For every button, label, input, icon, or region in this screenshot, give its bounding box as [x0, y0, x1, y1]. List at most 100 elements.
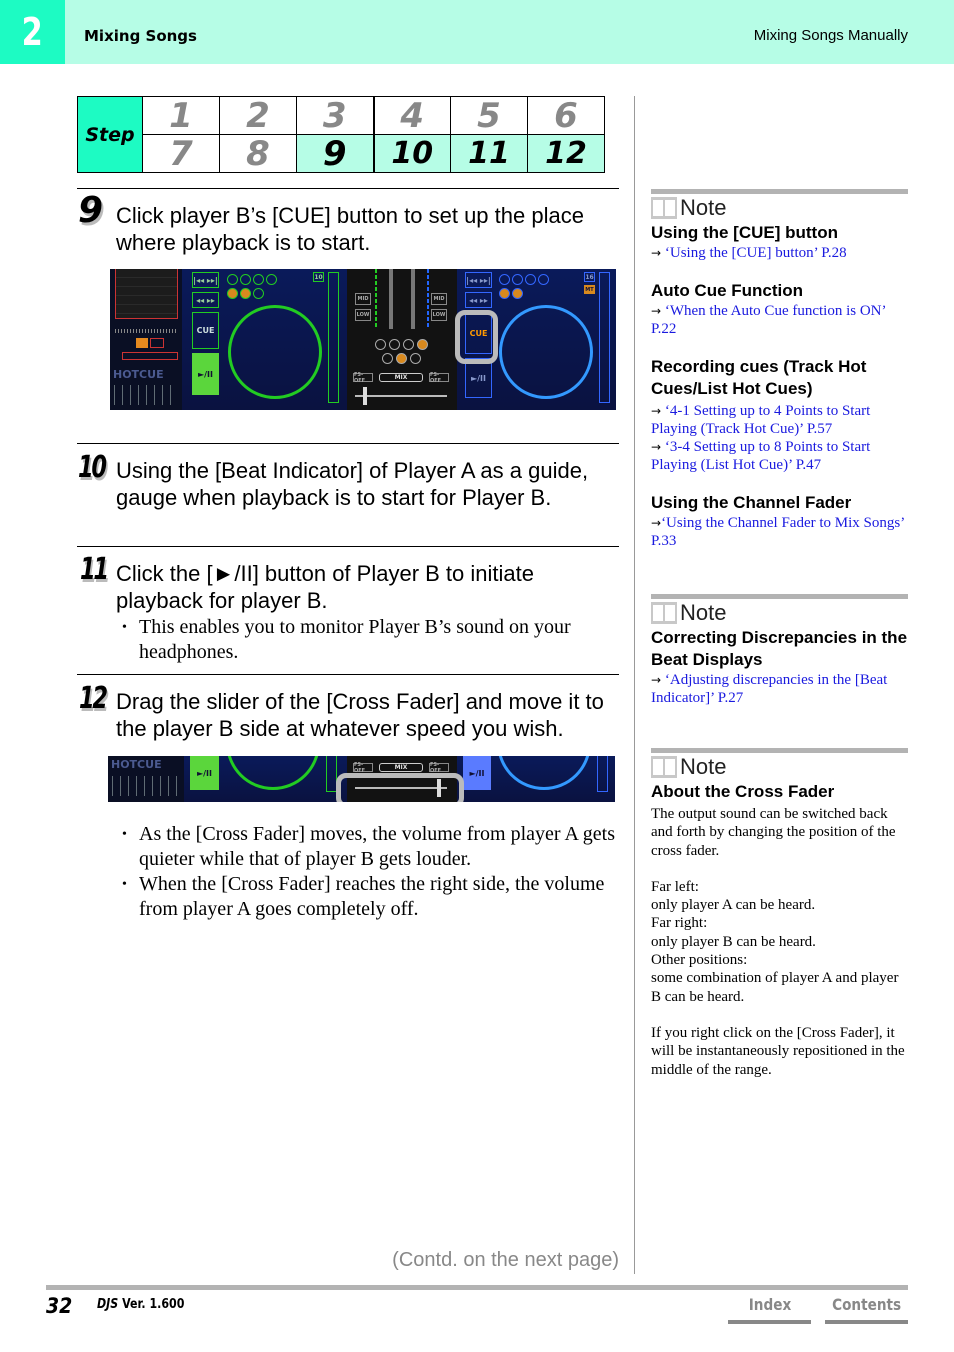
note-link[interactable]: → ‘4-1 Setting up to 4 Points to Start P…: [651, 402, 908, 438]
loop-out-button[interactable]: [240, 288, 251, 299]
loop-in-button[interactable]: [499, 288, 510, 299]
index-link[interactable]: Index: [728, 1295, 811, 1324]
hotcue-1-button[interactable]: [227, 274, 238, 285]
link-text[interactable]: ‘Using the Channel Fader to Mix Songs’ P…: [651, 515, 904, 549]
channel-fader-a[interactable]: [389, 269, 393, 329]
loop-out-button[interactable]: [512, 288, 523, 299]
low-eq-a[interactable]: LOW: [355, 309, 371, 321]
contents-link[interactable]: Contents: [825, 1295, 908, 1324]
low-eq-b[interactable]: LOW: [431, 309, 447, 321]
player-a-play-button[interactable]: ►/II: [190, 756, 219, 790]
track-skip-buttons[interactable]: |◂◂ ▸▸|: [192, 272, 219, 288]
index-link-label[interactable]: Index: [748, 1295, 790, 1314]
player-a-play-button[interactable]: ►/II: [192, 353, 219, 395]
note-link[interactable]: → ‘When the Auto Cue function is ON’ P.2…: [651, 302, 908, 338]
link-text[interactable]: ‘3-4 Setting up to 8 Points to Start Pla…: [651, 439, 870, 473]
fs-off-a-button[interactable]: FS-OFF: [353, 372, 373, 384]
step-cell-active[interactable]: 10: [372, 134, 451, 173]
fs-off-b-button[interactable]: FS-OFF: [429, 372, 449, 384]
step-cell[interactable]: 5: [450, 96, 528, 135]
note-body-text: only player B can be heard.: [651, 933, 816, 950]
effect-button[interactable]: [382, 353, 393, 364]
note-body-text: some combination of player A and player …: [651, 970, 899, 1005]
note-link[interactable]: → ‘3-4 Setting up to 8 Points to Start P…: [651, 438, 908, 474]
book-icon: [651, 197, 677, 219]
player-a-pitch-range[interactable]: 10: [313, 272, 324, 282]
stop-button[interactable]: [136, 338, 148, 348]
track-skip-buttons[interactable]: |◂◂ ▸▸|: [465, 272, 492, 288]
link-text[interactable]: ‘Adjusting discrepancies in the [Beat In…: [651, 672, 887, 706]
note-body-text: The output sound can be switched back an…: [651, 806, 896, 859]
effect-button[interactable]: [410, 353, 421, 364]
note-link[interactable]: → ‘Adjusting discrepancies in the [Beat …: [651, 671, 908, 707]
link-text[interactable]: ‘4-1 Setting up to 4 Points to Start Pla…: [651, 403, 870, 437]
playlist-panel: HOTCUE: [110, 269, 182, 410]
effect-button[interactable]: [389, 339, 400, 350]
player-b-jog-wheel[interactable]: [497, 756, 591, 790]
effect-button-active[interactable]: [417, 339, 428, 350]
hotcue-2-button[interactable]: [512, 274, 523, 285]
player-b-play-button[interactable]: ►/II: [463, 756, 491, 790]
player-b-jog-wheel[interactable]: [499, 305, 593, 399]
eject-button[interactable]: [253, 288, 264, 299]
arrow-icon: →: [651, 404, 665, 418]
hotcue-4-button[interactable]: [266, 274, 277, 285]
hotcue-3-button[interactable]: [525, 274, 536, 285]
step-cell[interactable]: 1: [142, 96, 220, 135]
search-buttons[interactable]: ◂◂ ▸▸: [192, 292, 219, 308]
hotcue-1-button[interactable]: [499, 274, 510, 285]
playlist-panel: HOTCUE: [108, 756, 184, 802]
version-label: DJS Ver. 1.600: [97, 1297, 184, 1312]
effect-button-active[interactable]: [396, 353, 407, 364]
effect-button[interactable]: [403, 339, 414, 350]
hotcue-2-button[interactable]: [240, 274, 251, 285]
player-a-jog-wheel[interactable]: [226, 756, 320, 790]
note-link[interactable]: → ‘Using the [CUE] button’ P.28: [651, 244, 908, 262]
note-link[interactable]: →‘Using the Channel Fader to Mix Songs’ …: [651, 514, 908, 550]
link-text[interactable]: ‘When the Auto Cue function is ON’ P.22: [651, 303, 885, 337]
contents-link-label[interactable]: Contents: [832, 1295, 901, 1314]
step-cell[interactable]: 8: [219, 134, 297, 173]
link-text[interactable]: ‘Using the [CUE] button’ P.28: [665, 245, 847, 261]
fs-off-b-button[interactable]: FS-OFF: [429, 762, 449, 774]
volume-slider[interactable]: [122, 352, 178, 360]
loop-in-button[interactable]: [227, 288, 238, 299]
mid-eq-b[interactable]: MID: [431, 293, 447, 305]
play-pause-small-button[interactable]: [150, 338, 164, 348]
hotcue-3-button[interactable]: [253, 274, 264, 285]
player-b-pitch-range[interactable]: 16: [584, 272, 595, 282]
track-list: [115, 269, 178, 319]
search-buttons[interactable]: ◂◂ ▸▸: [465, 292, 492, 308]
effect-button[interactable]: [375, 339, 386, 350]
note-item-title: Using the Channel Fader: [651, 493, 852, 512]
note-box-cross-fader: Note About the Cross Fader The output so…: [651, 748, 908, 1079]
hotcue-keys[interactable]: [112, 776, 178, 796]
player-b-play-button[interactable]: ►/II: [465, 358, 492, 398]
crossfader-highlight: [336, 773, 464, 802]
hotcue-keys[interactable]: [114, 385, 178, 405]
step-cell-active[interactable]: 12: [527, 134, 605, 173]
step-cell[interactable]: 3: [296, 96, 374, 135]
player-a-pitch-slider[interactable]: [328, 272, 339, 403]
crossfader-knob[interactable]: [363, 387, 367, 405]
mix-button[interactable]: MIX: [379, 763, 423, 772]
master-tempo-button[interactable]: MT: [584, 285, 595, 294]
player-b-pitch-slider[interactable]: [599, 272, 610, 403]
mix-button[interactable]: MIX: [379, 373, 423, 382]
mid-eq-a[interactable]: MID: [355, 293, 371, 305]
player-a-jog-wheel[interactable]: [228, 305, 322, 399]
step-cell-active[interactable]: 11: [450, 134, 528, 173]
footer-bar: [46, 1285, 908, 1290]
step-cell[interactable]: 2: [219, 96, 297, 135]
dj-software-screenshot-step9: HOTCUE |◂◂ ▸▸| ◂◂ ▸▸ CUE ►/II 10 MID LOW…: [110, 269, 616, 410]
step-cell[interactable]: 4: [372, 96, 451, 135]
channel-fader-b[interactable]: [411, 269, 415, 329]
hotcue-4-button[interactable]: [538, 274, 549, 285]
player-b-pitch-slider[interactable]: [597, 756, 608, 792]
step-cell-active[interactable]: 9: [296, 134, 374, 173]
player-a-cue-button[interactable]: CUE: [192, 312, 219, 349]
fs-off-a-button[interactable]: FS-OFF: [353, 762, 373, 774]
step-10-text: Using the [Beat Indicator] of Player A a…: [116, 458, 589, 510]
step-cell[interactable]: 6: [527, 96, 605, 135]
step-cell[interactable]: 7: [142, 134, 220, 173]
